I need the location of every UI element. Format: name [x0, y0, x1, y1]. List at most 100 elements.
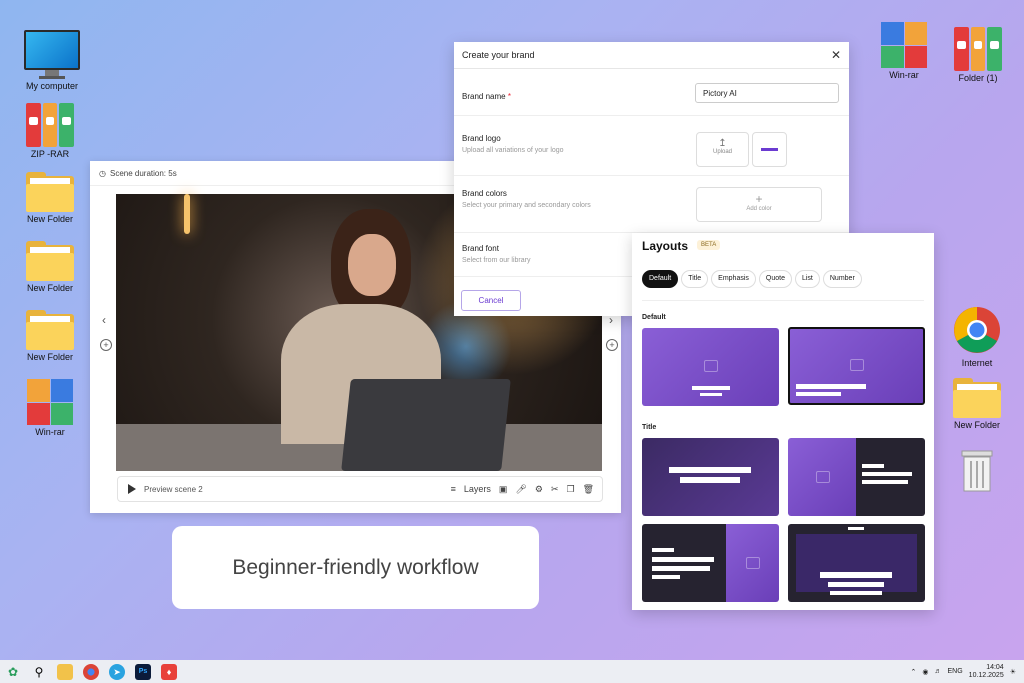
layout-thumb-title-2[interactable] [788, 438, 925, 516]
brand-name-row: Brand name * [462, 92, 511, 101]
desktop-icon-new-folder-3[interactable]: New Folder [15, 310, 85, 362]
duplicate-icon[interactable]: ❐ [566, 484, 574, 495]
layout-thumb-default-2-selected[interactable] [788, 327, 925, 405]
desktop-icon-label: Folder (1) [958, 73, 998, 83]
clock-icon: ◷ [99, 168, 106, 178]
modal-title: Create your brand [462, 50, 535, 60]
desktop-icon-new-folder-2[interactable]: New Folder [15, 241, 85, 293]
file-explorer-icon[interactable] [57, 663, 73, 680]
brand-font-label: Brand font [462, 244, 499, 253]
desktop-icon-new-folder-1[interactable]: New Folder [15, 172, 85, 224]
binder-icon [954, 27, 1003, 71]
layout-thumb-title-4[interactable] [788, 524, 925, 602]
beta-badge: BETA [697, 240, 721, 250]
desktop-icon-new-folder-right[interactable]: New Folder [942, 378, 1012, 430]
close-icon[interactable]: ✕ [831, 48, 841, 62]
photoshop-icon[interactable]: Ps [135, 663, 151, 680]
chip-list[interactable]: List [794, 270, 820, 288]
logo-thumbnail[interactable] [752, 132, 787, 167]
image-placeholder-icon [704, 360, 718, 372]
desktop-icon-my-computer[interactable]: My computer [17, 30, 87, 91]
brand-logo-row: Brand logo Upload all variations of your… [462, 134, 564, 154]
brand-font-row: Brand font Select from our library [462, 244, 530, 264]
folder-icon [26, 310, 74, 350]
brand-colors-row: Brand colors Select your primary and sec… [462, 189, 591, 209]
brand-name-label: Brand name [462, 92, 506, 101]
image-placeholder-icon [746, 557, 760, 569]
add-color-button[interactable]: + Add color [696, 187, 822, 222]
preview-scene-button[interactable]: Preview scene 2 [144, 485, 203, 494]
scissors-icon[interactable]: ✂ [551, 484, 559, 495]
binder-icon [26, 103, 75, 147]
desktop-icon-label: ZIP -RAR [30, 149, 70, 159]
lamp-light [184, 194, 190, 234]
network-icon[interactable]: ◉ [922, 668, 928, 676]
play-icon[interactable] [128, 484, 136, 494]
notification-icon[interactable]: ☀ [1010, 668, 1016, 676]
upload-icon: ↥ [718, 138, 727, 149]
required-marker: * [507, 92, 511, 101]
layout-filter-chips: Default Title Emphasis Quote List Number [642, 270, 862, 288]
system-tray: ⌃ ◉ ♬ ENG 14:04 10.12.2025 ☀ [911, 664, 1024, 680]
tagline-card: Beginner-friendly workflow [172, 526, 539, 609]
chrome-taskbar-icon[interactable] [83, 663, 99, 680]
chip-default[interactable]: Default [642, 270, 679, 288]
chrome-icon [954, 307, 1000, 353]
brand-colors-label: Brand colors [462, 189, 507, 198]
desktop-icon-label: New Folder [26, 352, 73, 362]
chip-title[interactable]: Title [681, 270, 709, 288]
desktop-icon-label: New Folder [26, 214, 73, 224]
section-default-label: Default [642, 314, 666, 321]
plus-icon: + [755, 192, 763, 206]
desktop-icon-label: Win-rar [35, 427, 65, 437]
brand-name-input[interactable]: Pictory AI [695, 83, 839, 103]
start-icon[interactable]: ✿ [5, 664, 21, 680]
search-icon[interactable]: ⚲ [31, 664, 47, 680]
volume-icon[interactable]: ♬ [935, 668, 942, 675]
chip-number[interactable]: Number [822, 270, 862, 288]
desktop-icon-label: New Folder [26, 283, 73, 293]
laptop [341, 379, 511, 471]
cancel-button[interactable]: Cancel [461, 290, 521, 311]
chevron-left-icon[interactable]: ‹ [102, 313, 106, 327]
brand-colors-sub: Select your primary and secondary colors [462, 202, 591, 209]
desktop-icon-label: Win-rar [889, 70, 919, 80]
delete-icon[interactable]: 🗑︎ [583, 484, 594, 495]
desktop-icon-folder-1[interactable]: Folder (1) [943, 27, 1013, 83]
settings-icon[interactable]: ⚙ [535, 484, 543, 495]
winrar-icon [881, 22, 927, 68]
brand-logo-label: Brand logo [462, 134, 501, 143]
microphone-icon[interactable]: 🎤︎ [515, 484, 526, 495]
desktop-icon-recycle-bin[interactable] [942, 448, 1012, 496]
desktop-icon-win-rar-right[interactable]: Win-rar [869, 22, 939, 80]
desktop-icon-internet[interactable]: Internet [942, 306, 1012, 368]
chevron-up-icon[interactable]: ⌃ [911, 668, 917, 676]
chip-emphasis[interactable]: Emphasis [711, 270, 756, 288]
layout-thumb-default-1[interactable] [642, 328, 779, 406]
add-color-label: Add color [746, 206, 772, 212]
add-scene-left-icon[interactable]: + [100, 339, 112, 351]
chip-quote[interactable]: Quote [758, 270, 792, 288]
brand-font-sub: Select from our library [462, 257, 531, 264]
image-placeholder-icon [850, 359, 864, 371]
layers-button[interactable]: Layers [464, 484, 491, 494]
person-face [348, 234, 396, 296]
upload-button[interactable]: ↥ Upload [696, 132, 749, 167]
telegram-icon[interactable]: ➤ [109, 663, 125, 680]
layout-thumb-title-1[interactable] [642, 438, 779, 516]
captions-icon[interactable]: ▣ [499, 484, 508, 495]
app-icon[interactable]: ♦ [161, 663, 177, 680]
clock-date: 10.12.2025 [968, 671, 1004, 679]
taskbar: ✿ ⚲ ➤ Ps ♦ ⌃ ◉ ♬ ENG 14:04 10.12.2025 ☀ [0, 660, 1024, 683]
desktop-icon-zip-rar[interactable]: ZIP -RAR [15, 103, 85, 159]
clock[interactable]: 14:04 10.12.2025 [969, 664, 1004, 680]
trash-icon [961, 450, 993, 492]
desktop-icon-win-rar-left[interactable]: Win-rar [15, 379, 85, 437]
folder-icon [953, 378, 1001, 418]
layouts-title: Layouts [642, 239, 689, 253]
layout-thumb-title-3[interactable] [642, 524, 779, 602]
add-scene-right-icon[interactable]: + [606, 339, 618, 351]
scene-duration: Scene duration: 5s [109, 168, 177, 178]
language-indicator[interactable]: ENG [948, 668, 963, 675]
desktop-icon-label: Internet [961, 358, 993, 368]
